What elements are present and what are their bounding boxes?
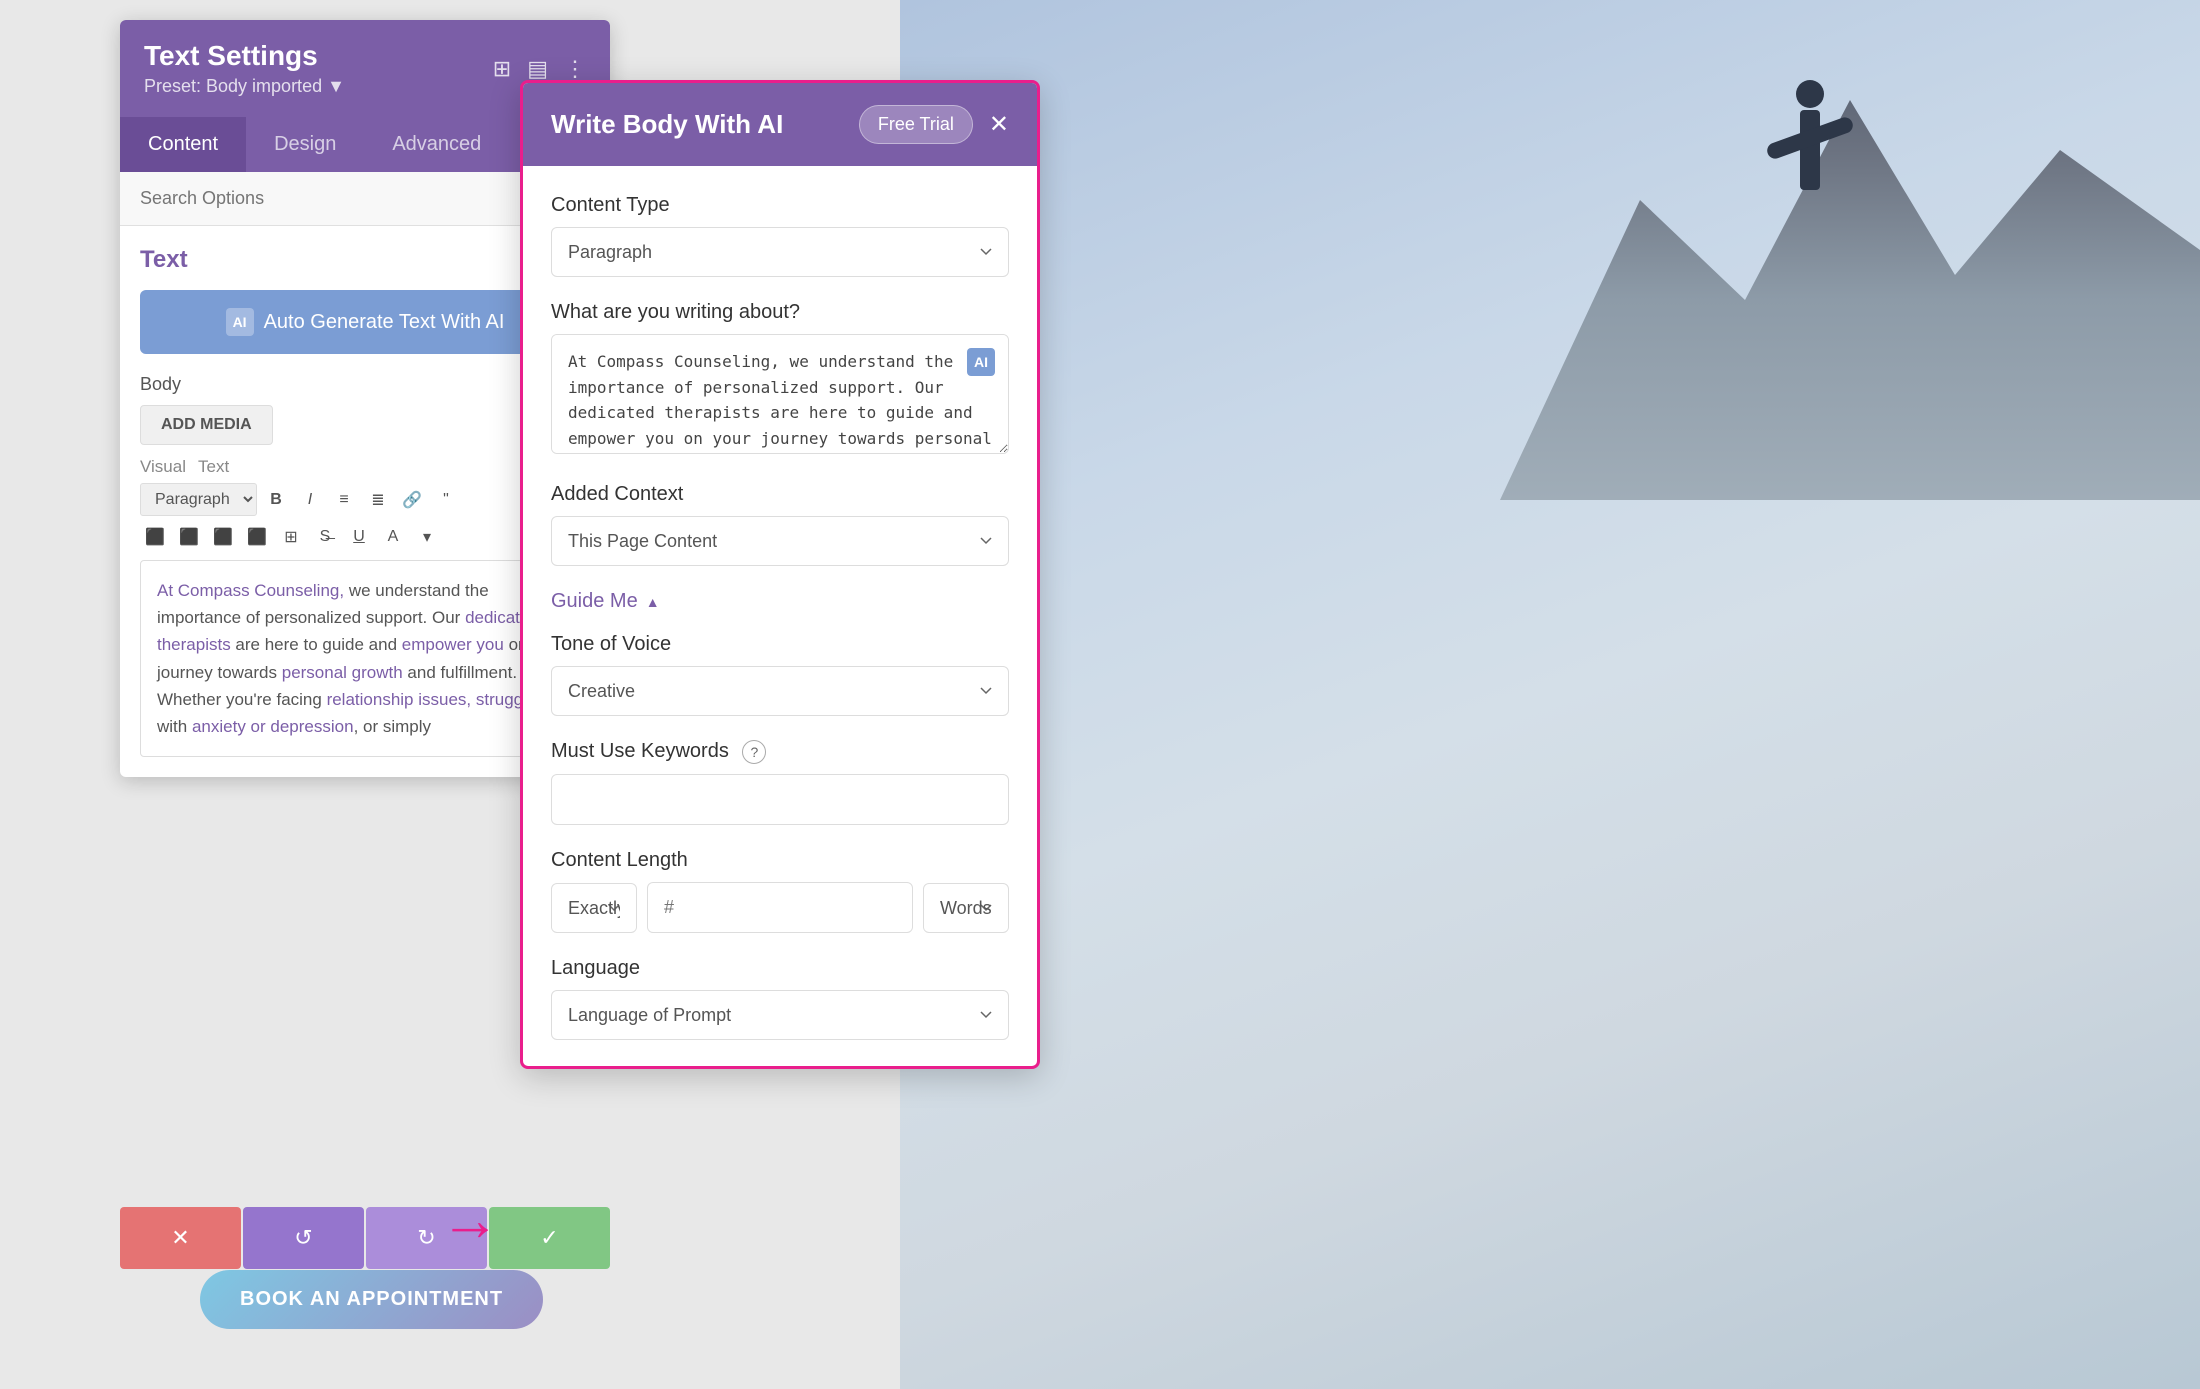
italic-button[interactable]: I xyxy=(295,485,325,515)
language-select[interactable]: Language of Prompt English Spanish Frenc… xyxy=(551,990,1009,1040)
language-group: Language Language of Prompt English Span… xyxy=(551,957,1009,1040)
align-justify-button[interactable]: ⬛ xyxy=(242,522,272,552)
textarea-wrapper: At Compass Counseling, we understand the… xyxy=(551,334,1009,459)
bottom-action-bar: ✕ ↺ ↻ ✓ xyxy=(120,1207,610,1269)
figure-graphic xyxy=(1770,80,1850,280)
words-select[interactable]: Words Sentences Paragraphs xyxy=(923,883,1009,933)
content-type-label: Content Type xyxy=(551,194,1009,217)
added-context-label: Added Context xyxy=(551,483,1009,506)
more-icon[interactable]: ⋮ xyxy=(564,56,586,82)
keywords-input[interactable] xyxy=(551,774,1009,825)
cancel-button[interactable]: ✕ xyxy=(120,1207,241,1269)
content-type-group: Content Type Paragraph List Bullet Point… xyxy=(551,194,1009,277)
keywords-group: Must Use Keywords ? xyxy=(551,740,1009,825)
tab-advanced[interactable]: Advanced xyxy=(364,117,509,172)
book-appointment-button[interactable]: BOOK AN APPOINTMENT xyxy=(200,1270,543,1329)
writing-about-textarea[interactable]: At Compass Counseling, we understand the… xyxy=(551,334,1009,454)
ai-generate-label: Auto Generate Text With AI xyxy=(264,311,505,334)
ul-button[interactable]: ≡ xyxy=(329,485,359,515)
added-context-group: Added Context This Page Content None Cus… xyxy=(551,483,1009,566)
writing-about-label: What are you writing about? xyxy=(551,301,1009,324)
tone-of-voice-label: Tone of Voice xyxy=(551,633,1009,656)
ai-modal: Write Body With AI Free Trial ✕ Content … xyxy=(520,80,1040,1069)
background-scene xyxy=(900,0,2200,1389)
underline-button[interactable]: U xyxy=(344,522,374,552)
free-trial-badge: Free Trial xyxy=(859,105,973,144)
modal-close-button[interactable]: ✕ xyxy=(989,110,1009,139)
undo-button[interactable]: ↺ xyxy=(243,1207,364,1269)
keywords-label: Must Use Keywords ? xyxy=(551,740,1009,764)
content-length-label: Content Length xyxy=(551,849,1009,872)
ai-icon: AI xyxy=(226,308,254,336)
writing-about-group: What are you writing about? At Compass C… xyxy=(551,301,1009,459)
ol-button[interactable]: ≣ xyxy=(363,485,393,515)
text-label[interactable]: Text xyxy=(198,457,229,477)
search-input[interactable] xyxy=(140,188,534,209)
modal-title: Write Body With AI xyxy=(551,109,783,140)
modal-header-right: Free Trial ✕ xyxy=(859,105,1009,144)
added-context-select[interactable]: This Page Content None Custom xyxy=(551,516,1009,566)
panel-header-icons: ⊞ ▤ ⋮ xyxy=(493,56,586,82)
guide-me-arrow: ▲ xyxy=(646,594,660,610)
content-type-select[interactable]: Paragraph List Bullet Points Numbered Li… xyxy=(551,227,1009,277)
number-input[interactable] xyxy=(647,882,913,933)
tone-of-voice-select[interactable]: Creative Professional Casual Formal Frie… xyxy=(551,666,1009,716)
paragraph-select[interactable]: Paragraph xyxy=(140,483,257,516)
tone-of-voice-group: Tone of Voice Creative Professional Casu… xyxy=(551,633,1009,716)
textarea-ai-badge: AI xyxy=(967,348,995,376)
bold-button[interactable]: B xyxy=(261,485,291,515)
save-button[interactable]: ✓ xyxy=(489,1207,610,1269)
guide-me-label: Guide Me xyxy=(551,590,638,613)
guide-me-link[interactable]: Guide Me ▲ xyxy=(551,590,1009,613)
arrow-pointer: → xyxy=(440,1185,500,1254)
layout-icon[interactable]: ▤ xyxy=(527,56,548,82)
exactly-select[interactable]: Exactly At least At most About xyxy=(551,883,637,933)
more-format-button[interactable]: ▾ xyxy=(412,522,442,552)
content-length-group: Content Length Exactly At least At most … xyxy=(551,849,1009,933)
language-label: Language xyxy=(551,957,1009,980)
mountain-graphic xyxy=(1500,0,2200,500)
strikethrough-button[interactable]: S̶ xyxy=(310,522,340,552)
quote-button[interactable]: " xyxy=(431,485,461,515)
align-left-button[interactable]: ⬛ xyxy=(140,522,170,552)
content-length-row: Exactly At least At most About Words Sen… xyxy=(551,882,1009,933)
modal-header: Write Body With AI Free Trial ✕ xyxy=(523,83,1037,166)
align-center-button[interactable]: ⬛ xyxy=(174,522,204,552)
expand-icon[interactable]: ⊞ xyxy=(493,56,511,82)
keywords-help-icon[interactable]: ? xyxy=(742,740,766,764)
table-button[interactable]: ⊞ xyxy=(276,522,306,552)
visual-label[interactable]: Visual xyxy=(140,457,186,477)
tab-content[interactable]: Content xyxy=(120,117,246,172)
link-button[interactable]: 🔗 xyxy=(397,485,427,515)
panel-title: Text Settings xyxy=(144,40,345,72)
align-right-button[interactable]: ⬛ xyxy=(208,522,238,552)
color-button[interactable]: A xyxy=(378,522,408,552)
section-title: Text xyxy=(140,246,188,274)
add-media-button[interactable]: ADD MEDIA xyxy=(140,405,273,445)
modal-body: Content Type Paragraph List Bullet Point… xyxy=(523,166,1037,1066)
panel-subtitle: Preset: Body imported ▼ xyxy=(144,76,345,97)
tab-design[interactable]: Design xyxy=(246,117,364,172)
